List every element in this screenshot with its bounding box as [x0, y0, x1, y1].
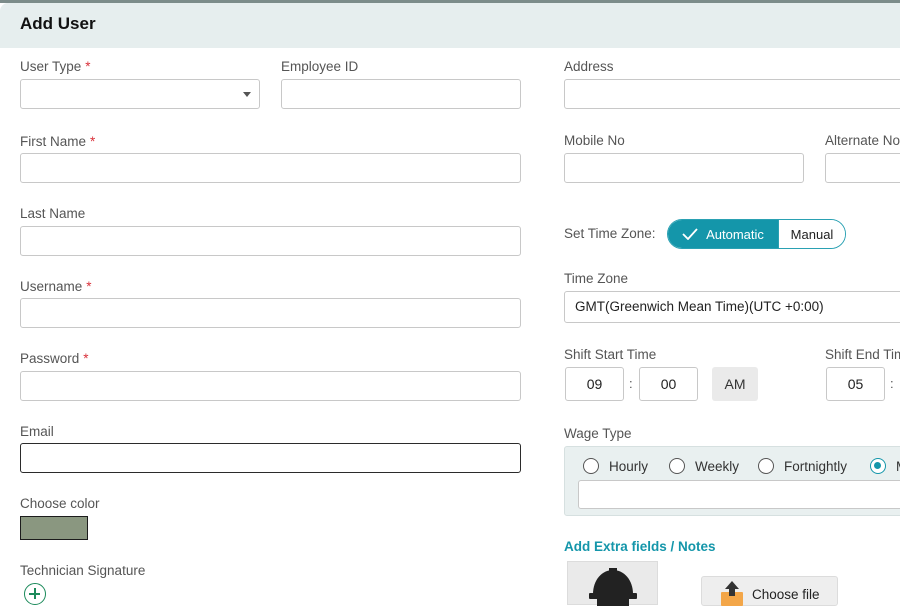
required-marker: *	[85, 59, 91, 74]
wage-fortnightly-label: Fortnightly	[784, 459, 848, 474]
mobile-no-input[interactable]	[564, 153, 804, 183]
manual-option[interactable]: Manual	[778, 220, 845, 248]
last-name-input[interactable]	[20, 226, 521, 256]
employee-id-input[interactable]	[281, 79, 521, 109]
wage-hourly-label: Hourly	[609, 459, 649, 474]
address-input[interactable]	[564, 79, 900, 109]
password-label-text: Password	[20, 351, 80, 366]
time-zone-mode-toggle: Automatic Manual	[667, 219, 846, 249]
upload-icon	[721, 581, 743, 606]
username-input[interactable]	[20, 298, 521, 328]
email-input[interactable]	[20, 443, 521, 473]
manual-option-label: Manual	[790, 226, 834, 242]
password-label: Password *	[20, 351, 89, 366]
shift-start-label: Shift Start Time	[564, 347, 657, 362]
check-icon	[682, 228, 698, 240]
choose-file-label: Choose file	[752, 587, 820, 602]
email-label: Email	[20, 424, 54, 439]
chevron-down-icon	[243, 92, 251, 97]
username-label-text: Username	[20, 279, 83, 294]
mobile-no-label: Mobile No	[564, 133, 625, 148]
dialog-title: Add User	[20, 14, 96, 33]
first-name-label-text: First Name	[20, 134, 87, 149]
plus-circle-icon[interactable]	[24, 583, 46, 605]
automatic-option-label: Automatic	[706, 226, 764, 242]
choose-color-label: Choose color	[20, 496, 100, 511]
add-extra-fields-link[interactable]: Add Extra fields / Notes	[564, 539, 716, 554]
time-zone-label: Time Zone	[564, 271, 629, 286]
shift-start-hour[interactable]: 09	[565, 367, 624, 401]
address-label: Address	[564, 59, 614, 74]
wage-amount-input[interactable]	[578, 480, 900, 509]
time-zone-select[interactable]: GMT(Greenwich Mean Time)(UTC +0:00)	[564, 291, 900, 323]
automatic-option[interactable]: Automatic	[668, 220, 778, 248]
employee-id-label: Employee ID	[281, 59, 359, 74]
signature-preview	[567, 561, 658, 606]
last-name-label: Last Name	[20, 206, 86, 221]
required-marker: *	[90, 134, 96, 149]
wage-fortnightly-radio[interactable]	[758, 458, 774, 474]
shift-end-hour[interactable]: 05	[826, 367, 885, 401]
username-label: Username *	[20, 279, 92, 294]
alternate-no-label: Alternate No	[825, 133, 900, 148]
user-type-select[interactable]	[20, 79, 260, 109]
required-marker: *	[86, 279, 92, 294]
set-time-zone-label: Set Time Zone:	[564, 226, 656, 241]
hard-hat-icon	[589, 568, 637, 606]
time-separator: :	[890, 376, 894, 391]
shift-end-label: Shift End Time	[825, 347, 900, 362]
wage-weekly-label: Weekly	[695, 459, 740, 474]
alternate-no-input[interactable]	[825, 153, 900, 183]
wage-weekly-radio[interactable]	[669, 458, 685, 474]
wage-hourly-radio[interactable]	[583, 458, 599, 474]
wage-monthly-radio[interactable]	[870, 458, 886, 474]
user-type-label-text: User Type	[20, 59, 82, 74]
choose-file-button[interactable]: Choose file	[701, 576, 838, 606]
technician-signature-label: Technician Signature	[20, 563, 146, 578]
first-name-label: First Name *	[20, 134, 95, 149]
first-name-input[interactable]	[20, 153, 521, 183]
color-swatch[interactable]	[20, 516, 88, 540]
wage-monthly-label: M	[896, 459, 900, 474]
wage-type-label: Wage Type	[564, 426, 632, 441]
password-input[interactable]	[20, 371, 521, 401]
time-separator: :	[629, 376, 633, 391]
shift-start-minute[interactable]: 00	[639, 367, 698, 401]
am-pm-toggle[interactable]: AM	[712, 367, 758, 401]
required-marker: *	[83, 351, 89, 366]
dialog-header: Add User	[0, 3, 900, 48]
user-type-label: User Type *	[20, 59, 91, 74]
